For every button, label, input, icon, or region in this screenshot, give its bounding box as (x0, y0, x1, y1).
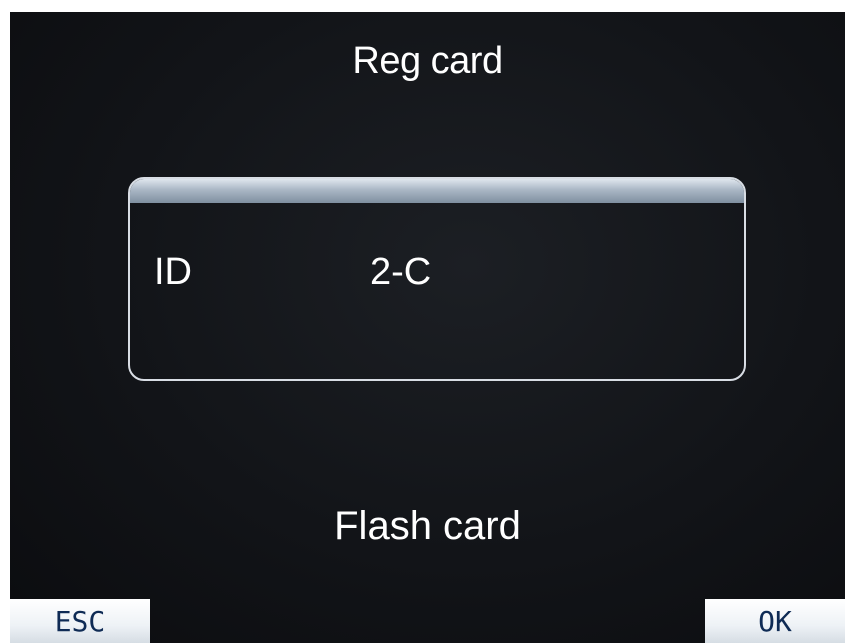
screen-title: Reg card (352, 40, 503, 82)
esc-button[interactable]: ESC (10, 599, 150, 643)
card-info-panel: ID 2-C (128, 177, 746, 381)
flash-card-prompt: Flash card (334, 504, 521, 548)
id-value: 2-C (370, 251, 432, 293)
id-label: ID (154, 251, 192, 293)
card-info-panel-header (130, 179, 744, 203)
ok-button[interactable]: OK (705, 599, 845, 643)
device-screen: Reg card ID 2-C Flash card ESC OK (10, 12, 845, 643)
